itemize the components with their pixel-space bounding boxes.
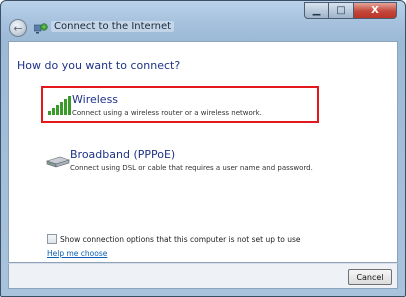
connect-to-internet-window: ← Connect to the Internet ▁ □ X How do y… xyxy=(0,0,406,297)
cancel-button[interactable]: Cancel xyxy=(348,269,392,285)
wireless-signal-icon xyxy=(48,96,71,115)
minimize-button[interactable]: ▁ xyxy=(304,2,329,19)
show-options-row: Show connection options that this comput… xyxy=(47,234,301,244)
minimize-icon: ▁ xyxy=(312,5,321,16)
title-bar: ← Connect to the Internet ▁ □ X xyxy=(1,1,405,39)
option-wireless-title: Wireless xyxy=(72,93,119,106)
back-arrow-icon: ← xyxy=(13,21,23,35)
caption-buttons: ▁ □ X xyxy=(304,2,397,19)
broadband-modem-icon xyxy=(46,156,70,168)
close-icon: X xyxy=(371,5,379,16)
maximize-icon: □ xyxy=(336,5,346,16)
window-title: Connect to the Internet xyxy=(51,21,175,32)
option-wireless-description: Connect using a wireless router or a wir… xyxy=(72,109,262,117)
option-broadband-description: Connect using DSL or cable that requires… xyxy=(70,164,313,172)
back-button[interactable]: ← xyxy=(9,19,27,37)
show-options-checkbox[interactable] xyxy=(47,234,57,244)
button-bar: Cancel xyxy=(8,263,398,289)
option-broadband[interactable]: Broadband (PPPoE) Connect using DSL or c… xyxy=(41,143,319,180)
page-title: How do you want to connect? xyxy=(17,59,181,72)
help-me-choose-link[interactable]: Help me choose xyxy=(47,249,107,258)
content-pane: How do you want to connect? Wireless Con… xyxy=(8,41,398,263)
show-options-checkbox-label[interactable]: Show connection options that this comput… xyxy=(60,235,301,244)
option-broadband-title: Broadband (PPPoE) xyxy=(70,148,176,161)
close-button[interactable]: X xyxy=(354,2,397,19)
option-wireless[interactable]: Wireless Connect using a wireless router… xyxy=(41,86,319,123)
network-globe-icon xyxy=(34,23,48,34)
maximize-button[interactable]: □ xyxy=(329,2,354,19)
